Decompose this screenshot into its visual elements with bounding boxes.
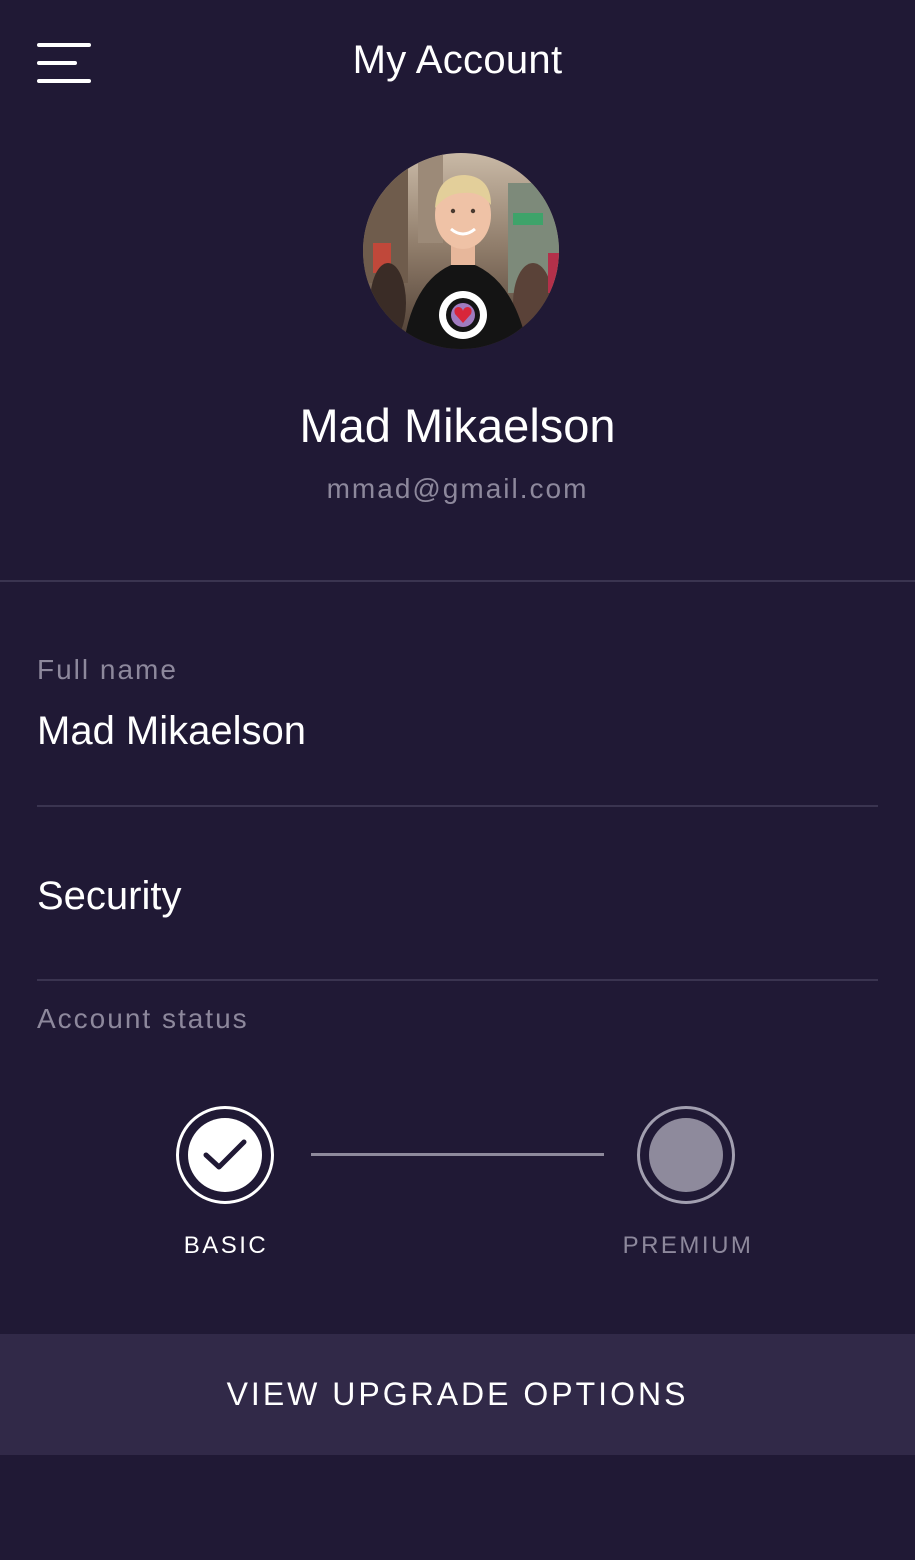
premium-step-label: PREMIUM	[622, 1232, 754, 1259]
basic-status-step[interactable]	[176, 1106, 274, 1204]
field-divider	[37, 979, 878, 981]
section-divider	[0, 580, 915, 582]
my-account-screen: My Account Mad Mikaelson mmad@gmail.com …	[0, 0, 915, 1560]
page-title: My Account	[352, 38, 563, 82]
avatar	[363, 153, 559, 349]
checkmark-icon	[203, 1139, 247, 1170]
premium-status-fill	[649, 1118, 723, 1192]
profile-name: Mad Mikaelson	[299, 399, 616, 452]
view-upgrade-options-button[interactable]: VIEW UPGRADE OPTIONS	[0, 1334, 915, 1455]
full-name-label: Full name	[37, 654, 178, 685]
field-divider	[37, 805, 878, 807]
security-row[interactable]: Security	[0, 810, 915, 978]
status-progress-line	[311, 1153, 604, 1156]
full-name-value[interactable]: Mad Mikaelson	[37, 709, 306, 754]
premium-status-step[interactable]	[637, 1106, 735, 1204]
avatar-photo	[363, 153, 559, 349]
profile-email: mmad@gmail.com	[326, 473, 589, 504]
basic-status-fill	[188, 1118, 262, 1192]
basic-step-label: BASIC	[183, 1232, 269, 1259]
security-label: Security	[37, 874, 182, 918]
account-status-label: Account status	[37, 1003, 249, 1034]
